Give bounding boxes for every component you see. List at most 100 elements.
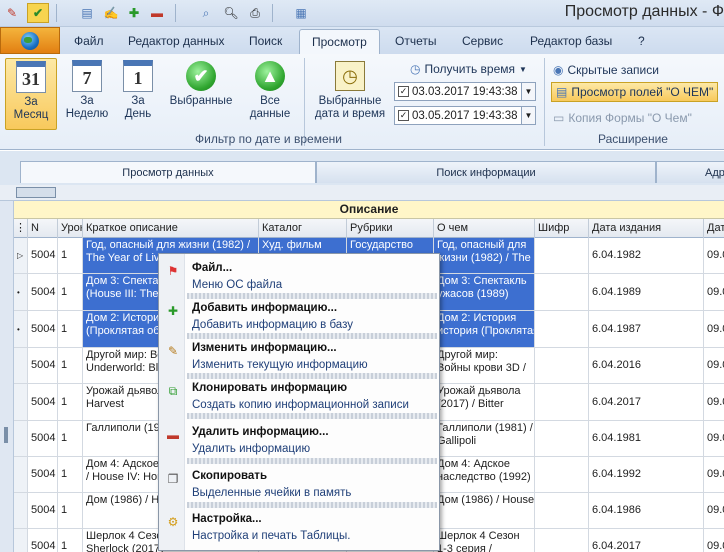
column-header-code[interactable]: Шифр	[535, 219, 589, 238]
column-header-rubrics[interactable]: Рубрики	[347, 219, 434, 238]
filter-selected-button[interactable]: ✔ Выбранные	[165, 58, 237, 130]
cell-date[interactable]: 09.02	[704, 311, 724, 347]
filter-week-button[interactable]: 7 За Неделю	[62, 58, 112, 130]
tab-search[interactable]: Поиск	[249, 34, 282, 48]
cell-publish-date[interactable]: 6.04.1987	[589, 311, 704, 347]
date-from-checkbox[interactable]: ✓	[398, 86, 409, 97]
date-from-picker[interactable]: ✓ 03.03.2017 19:43:38	[394, 82, 534, 101]
cell-level[interactable]: 1	[58, 274, 83, 310]
cell-code[interactable]	[535, 493, 589, 528]
cell-code[interactable]	[535, 457, 589, 492]
new-doc-icon[interactable]: ▤	[77, 3, 97, 23]
cell-publish-date[interactable]: 6.04.2017	[589, 529, 704, 552]
edit-doc-icon[interactable]: ✍	[101, 3, 121, 23]
tab-help[interactable]: ?	[638, 34, 645, 48]
context-menu-item[interactable]: ▬ Удалить информацию... Удалить информацию	[159, 420, 439, 458]
brush-icon[interactable]: ✎	[2, 3, 22, 23]
cell-about[interactable]: Год, опасный для жизни (1982) / The	[434, 238, 535, 273]
cell-n[interactable]: 5004	[28, 311, 58, 347]
grid-options-button[interactable]	[16, 187, 56, 198]
cell-code[interactable]	[535, 274, 589, 310]
tab-db-editor[interactable]: Редактор базы	[530, 34, 612, 48]
cell-publish-date[interactable]: 6.04.1981	[589, 421, 704, 456]
splitter-handle[interactable]	[4, 427, 8, 443]
cell-about[interactable]: Шерлок 4 Сезон 1-3 серия /	[434, 529, 535, 552]
filter-selected-datetime-button[interactable]: ◷ Выбранные дата и время	[312, 58, 388, 130]
row-marker[interactable]	[14, 529, 28, 552]
column-header-catalog[interactable]: Каталог	[259, 219, 347, 238]
row-marker[interactable]: •	[14, 311, 28, 347]
cell-publish-date[interactable]: 6.04.2017	[589, 384, 704, 420]
context-menu-item[interactable]: ✚ Добавить информацию... Добавить информац…	[159, 296, 439, 334]
row-marker[interactable]	[14, 493, 28, 528]
cell-code[interactable]	[535, 348, 589, 383]
doc-tab-view-data[interactable]: Просмотр данных	[20, 161, 316, 183]
column-header-about[interactable]: О чем	[434, 219, 535, 238]
cell-date[interactable]: 09.02	[704, 238, 724, 273]
cell-level[interactable]: 1	[58, 384, 83, 420]
check-icon[interactable]: ✔	[27, 3, 49, 23]
search-doc-icon[interactable]: ⌕	[196, 3, 216, 23]
cell-n[interactable]: 5004	[28, 238, 58, 273]
cell-about[interactable]: Дом 2: История история (Проклятая	[434, 311, 535, 347]
cell-n[interactable]: 5004	[28, 529, 58, 552]
cell-code[interactable]	[535, 529, 589, 552]
cell-level[interactable]: 1	[58, 421, 83, 456]
context-menu-item[interactable]: ❐ Скопировать Выделенные ячейки в память	[159, 464, 439, 502]
cell-n[interactable]: 5004	[28, 384, 58, 420]
cell-publish-date[interactable]: 6.04.1989	[589, 274, 704, 310]
calendar-icon[interactable]: ▦	[291, 3, 311, 23]
tab-data-editor[interactable]: Редактор данных	[128, 34, 225, 48]
remove-icon[interactable]: ▬	[147, 3, 167, 23]
cell-code[interactable]	[535, 238, 589, 273]
cell-publish-date[interactable]: 6.04.1986	[589, 493, 704, 528]
cell-date[interactable]: 09.02	[704, 421, 724, 456]
tab-file[interactable]: Файл	[74, 34, 104, 48]
date-to-dropdown[interactable]: ▼	[521, 106, 536, 125]
context-menu-item[interactable]: ✎ Изменить информацию... Изменить текущую …	[159, 336, 439, 374]
date-to-checkbox[interactable]: ✓	[398, 110, 409, 121]
doc-tab-address[interactable]: Адр	[656, 161, 724, 183]
cell-code[interactable]	[535, 311, 589, 347]
tab-service[interactable]: Сервис	[462, 34, 503, 48]
cell-level[interactable]: 1	[58, 529, 83, 552]
copy-form-button[interactable]: ▭ Копия Формы "О Чем"	[553, 111, 692, 125]
cell-about[interactable]: Другой мир: Войны крови 3D /	[434, 348, 535, 383]
cell-level[interactable]: 1	[58, 238, 83, 273]
tab-reports[interactable]: Отчеты	[395, 34, 436, 48]
cell-about[interactable]: Галлиполи (1981) / Gallipoli	[434, 421, 535, 456]
cell-n[interactable]: 5004	[28, 457, 58, 492]
doc-tab-search-info[interactable]: Поиск информации	[316, 161, 656, 183]
app-menu-button[interactable]	[0, 27, 60, 54]
view-fields-button[interactable]: ▤ Просмотр полей "О ЧЕМ"	[551, 82, 719, 102]
cell-about[interactable]: Дом (1986) / House	[434, 493, 535, 528]
filter-all-button[interactable]: ▲ Все данные	[242, 58, 298, 130]
cell-n[interactable]: 5004	[28, 274, 58, 310]
cell-date[interactable]: 09.02	[704, 384, 724, 420]
cell-date[interactable]: 09.02	[704, 529, 724, 552]
row-marker[interactable]	[14, 384, 28, 420]
column-header-publish-date[interactable]: Дата издания	[589, 219, 704, 238]
context-menu-item[interactable]: ⚙ Настройка... Настройка и печать Таблицы.	[159, 507, 439, 545]
header-row-marker[interactable]: ⋮	[14, 219, 28, 238]
get-time-button[interactable]: ◷ Получить время ▼	[410, 62, 527, 76]
cell-level[interactable]: 1	[58, 311, 83, 347]
cell-publish-date[interactable]: 6.04.1992	[589, 457, 704, 492]
filter-day-button[interactable]: 1 За День	[116, 58, 160, 130]
cell-level[interactable]: 1	[58, 493, 83, 528]
column-header-n[interactable]: N	[28, 219, 58, 238]
context-menu-item[interactable]: ⧉ Клонировать информацию Создать копию инф…	[159, 376, 439, 414]
cell-about[interactable]: Дом 3: Спектакль ужасов (1989)	[434, 274, 535, 310]
cell-code[interactable]	[535, 421, 589, 456]
add-icon[interactable]: ✚	[124, 3, 144, 23]
date-to-picker[interactable]: ✓ 03.05.2017 19:43:38	[394, 106, 534, 125]
cell-n[interactable]: 5004	[28, 493, 58, 528]
print-icon[interactable]: ⎙	[245, 3, 265, 23]
cell-n[interactable]: 5004	[28, 348, 58, 383]
cell-about[interactable]: Дом 4: Адское наследство (1992)	[434, 457, 535, 492]
magnifier-icon[interactable]: 🔍︎	[221, 3, 241, 23]
cell-date[interactable]: 09.02	[704, 274, 724, 310]
tab-view[interactable]: Просмотр	[299, 29, 380, 55]
cell-publish-date[interactable]: 6.04.2016	[589, 348, 704, 383]
row-marker[interactable]	[14, 348, 28, 383]
